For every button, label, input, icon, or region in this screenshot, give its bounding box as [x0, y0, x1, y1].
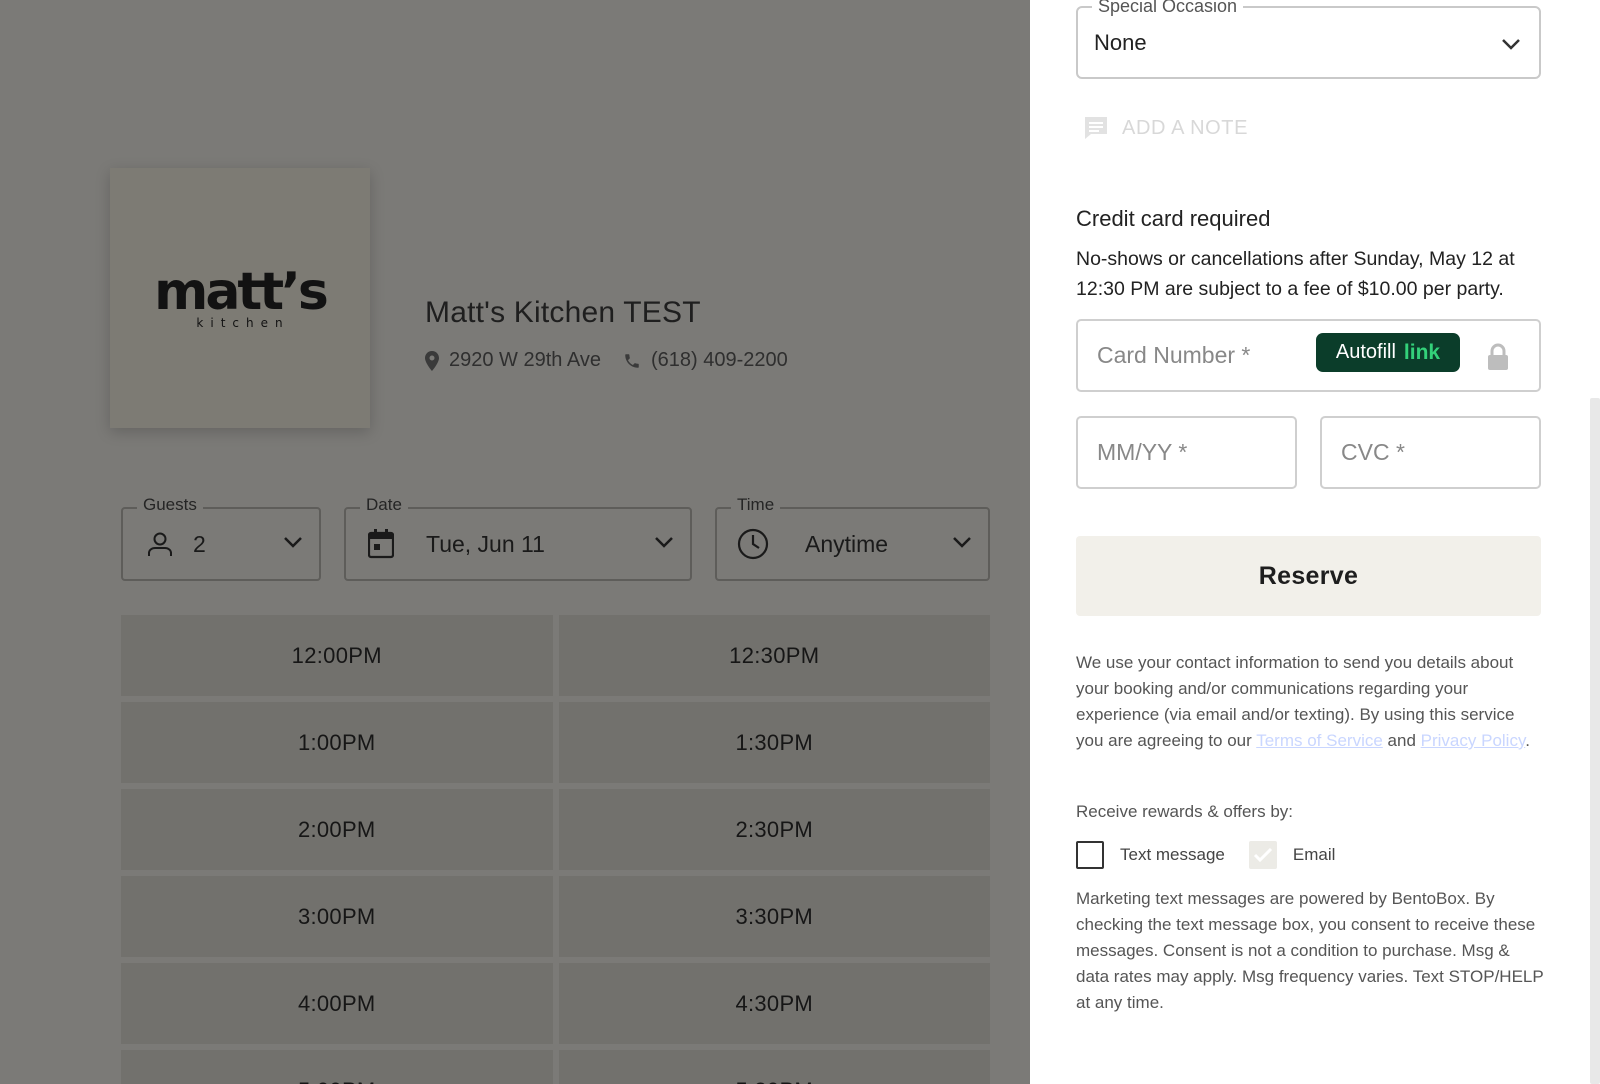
- time-slot-button[interactable]: 4:00PM: [121, 963, 553, 1044]
- marketing-disclaimer: Marketing text messages are powered by B…: [1076, 889, 1544, 1012]
- checkmark-icon: [1253, 847, 1272, 863]
- time-slot-button[interactable]: 5:00PM: [121, 1050, 553, 1084]
- phone-icon: [625, 353, 639, 368]
- time-value: Anytime: [805, 530, 889, 557]
- card-number-field[interactable]: Card Number * Autofill link: [1076, 319, 1541, 392]
- restaurant-address[interactable]: 2920 W 29th Ave: [449, 349, 601, 372]
- guests-label: Guests: [137, 495, 203, 515]
- date-label: Date: [360, 495, 408, 515]
- link-logo: link: [1403, 340, 1441, 364]
- time-slot-button[interactable]: 2:00PM: [121, 789, 553, 870]
- date-value: Tue, Jun 11: [426, 530, 545, 557]
- time-slot-button[interactable]: 3:30PM: [558, 876, 990, 957]
- email-label: Email: [1292, 845, 1336, 864]
- consent-and: and: [1387, 731, 1416, 750]
- calendar-icon: [368, 529, 394, 559]
- restaurant-page: matt’s kitchen Matt's Kitchen TEST 2920 …: [0, 0, 1030, 1084]
- chevron-down-icon: [284, 537, 302, 548]
- time-label: Time: [731, 495, 781, 515]
- time-select[interactable]: Time Anytime: [715, 495, 990, 581]
- date-select[interactable]: Date Tue, Jun 11: [344, 495, 692, 581]
- consent-period: .: [1525, 731, 1530, 750]
- cvc-placeholder: CVC *: [1341, 439, 1405, 465]
- terms-of-service-link[interactable]: Terms of Service: [1256, 731, 1383, 750]
- credit-card-heading: Credit card required: [1076, 206, 1271, 231]
- logo-wordmark: matt’s: [154, 262, 329, 322]
- text-message-label: Text message: [1120, 845, 1225, 864]
- guests-value: 2: [193, 530, 206, 557]
- guests-select[interactable]: Guests 2: [121, 495, 321, 581]
- chevron-down-icon: [953, 537, 971, 548]
- time-slot-button[interactable]: 3:00PM: [121, 876, 553, 957]
- time-slot-grid: 12:00PM 12:30PM 1:00PM 1:30PM 2:00PM 2:3…: [121, 615, 990, 1084]
- cvc-field[interactable]: CVC *: [1320, 416, 1541, 489]
- expiry-placeholder: MM/YY *: [1097, 439, 1188, 465]
- time-slot-button[interactable]: 4:30PM: [558, 963, 990, 1044]
- special-occasion-select[interactable]: Special Occasion None: [1076, 0, 1541, 79]
- card-number-placeholder: Card Number *: [1097, 342, 1251, 368]
- cancellation-policy-text: No-shows or cancellations after Sunday, …: [1076, 248, 1515, 300]
- autofill-link-button[interactable]: Autofill link: [1316, 333, 1460, 372]
- special-occasion-label: Special Occasion: [1092, 0, 1244, 17]
- expiry-field[interactable]: MM/YY *: [1076, 416, 1297, 489]
- rewards-options: Text message Email: [1076, 841, 1359, 869]
- chevron-down-icon: [1502, 39, 1520, 50]
- logo-subtitle: kitchen: [196, 316, 290, 330]
- time-slot-button[interactable]: 2:30PM: [558, 789, 990, 870]
- person-icon: [148, 532, 172, 556]
- autofill-label: Autofill: [1335, 341, 1396, 363]
- restaurant-name: Matt's Kitchen TEST: [425, 296, 701, 329]
- privacy-policy-link[interactable]: Privacy Policy: [1421, 731, 1526, 750]
- time-slot-button[interactable]: 12:00PM: [121, 615, 553, 696]
- restaurant-contact: 2920 W 29th Ave (618) 409-2200: [425, 349, 788, 372]
- add-note-label: ADD A NOTE: [1122, 116, 1249, 139]
- chevron-down-icon: [655, 537, 673, 548]
- reservation-panel: Special Occasion None ADD A NOTE Credit …: [1030, 0, 1600, 1084]
- restaurant-logo: matt’s kitchen: [110, 168, 370, 428]
- email-checkbox[interactable]: [1248, 841, 1277, 869]
- reserve-button[interactable]: Reserve: [1076, 536, 1541, 616]
- special-occasion-value: None: [1094, 29, 1147, 55]
- location-pin-icon: [425, 350, 439, 371]
- rewards-label: Receive rewards & offers by:: [1076, 802, 1293, 821]
- lock-icon: [1488, 343, 1508, 370]
- restaurant-phone[interactable]: (618) 409-2200: [651, 349, 788, 372]
- add-note-button[interactable]: ADD A NOTE: [1082, 114, 1248, 142]
- contact-consent-text: We use your contact information to send …: [1076, 650, 1546, 754]
- panel-scrollbar[interactable]: [1590, 398, 1600, 1084]
- clock-icon: [737, 528, 769, 560]
- comment-icon: [1085, 117, 1107, 139]
- time-slot-button[interactable]: 1:30PM: [558, 702, 990, 783]
- time-slot-button[interactable]: 5:30PM: [558, 1050, 990, 1084]
- time-slot-button[interactable]: 1:00PM: [121, 702, 553, 783]
- text-message-checkbox[interactable]: [1076, 841, 1104, 869]
- time-slot-button[interactable]: 12:30PM: [558, 615, 990, 696]
